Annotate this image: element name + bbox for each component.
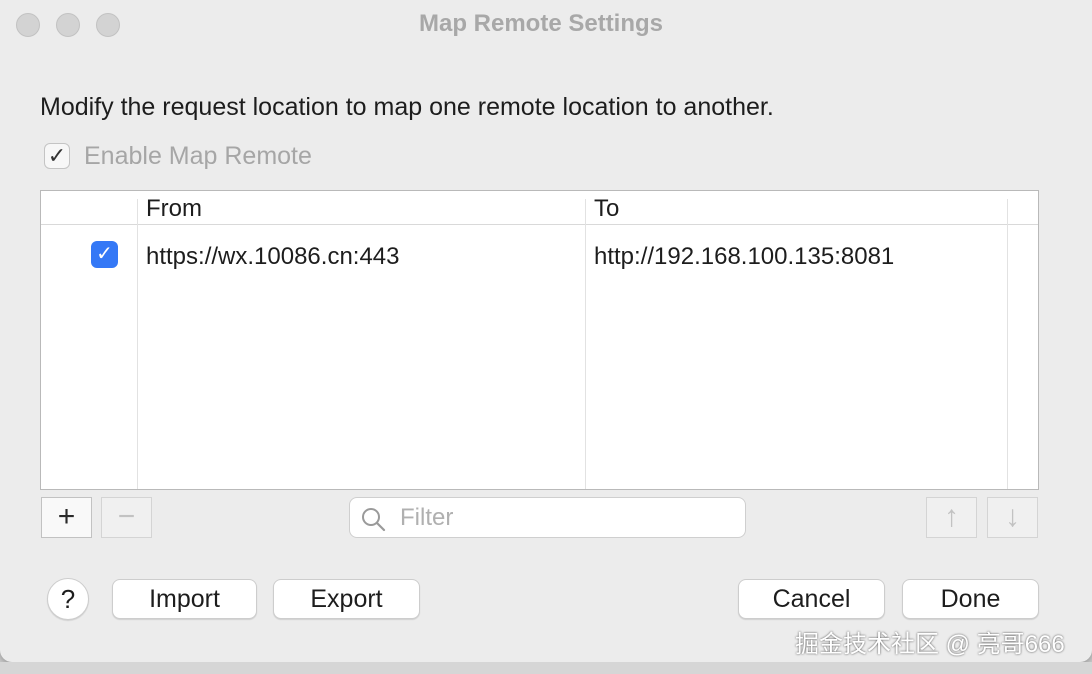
filter-field[interactable] (349, 497, 746, 538)
enable-map-remote-checkbox[interactable]: ✓ (44, 143, 70, 169)
move-down-button[interactable]: ↓ (987, 497, 1038, 538)
table-header: From To (41, 191, 1038, 225)
description-text: Modify the request location to map one r… (40, 93, 774, 121)
row-to-cell[interactable]: http://192.168.100.135:8081 (594, 243, 894, 271)
window-title: Map Remote Settings (418, 10, 664, 37)
done-button[interactable]: Done (902, 579, 1039, 619)
column-header-to[interactable]: To (594, 195, 619, 223)
column-divider (137, 199, 138, 489)
cancel-button[interactable]: Cancel (738, 579, 885, 619)
import-button[interactable]: Import (112, 579, 257, 619)
mapping-table: From To ✓ https://wx.10086.cn:443 http:/… (40, 190, 1039, 490)
help-button[interactable]: ? (47, 578, 89, 620)
export-button[interactable]: Export (273, 579, 420, 619)
enable-map-remote-label: Enable Map Remote (84, 142, 312, 170)
column-divider (585, 199, 586, 489)
filter-input[interactable] (398, 502, 732, 534)
watermark-text: 掘金技术社区 @ 亮哥666 (795, 631, 1065, 658)
row-enabled-checkbox[interactable]: ✓ (91, 241, 118, 268)
background-window-strip (0, 662, 1092, 674)
move-up-button[interactable]: ↑ (926, 497, 977, 538)
search-icon (362, 508, 386, 532)
titlebar: Map Remote Settings (0, 0, 1092, 52)
remove-button[interactable]: − (101, 497, 152, 538)
map-remote-settings-window: Map Remote Settings Modify the request l… (0, 0, 1092, 662)
column-header-from[interactable]: From (146, 195, 202, 223)
add-button[interactable]: + (41, 497, 92, 538)
column-divider (1007, 199, 1008, 489)
row-from-cell[interactable]: https://wx.10086.cn:443 (146, 243, 400, 271)
